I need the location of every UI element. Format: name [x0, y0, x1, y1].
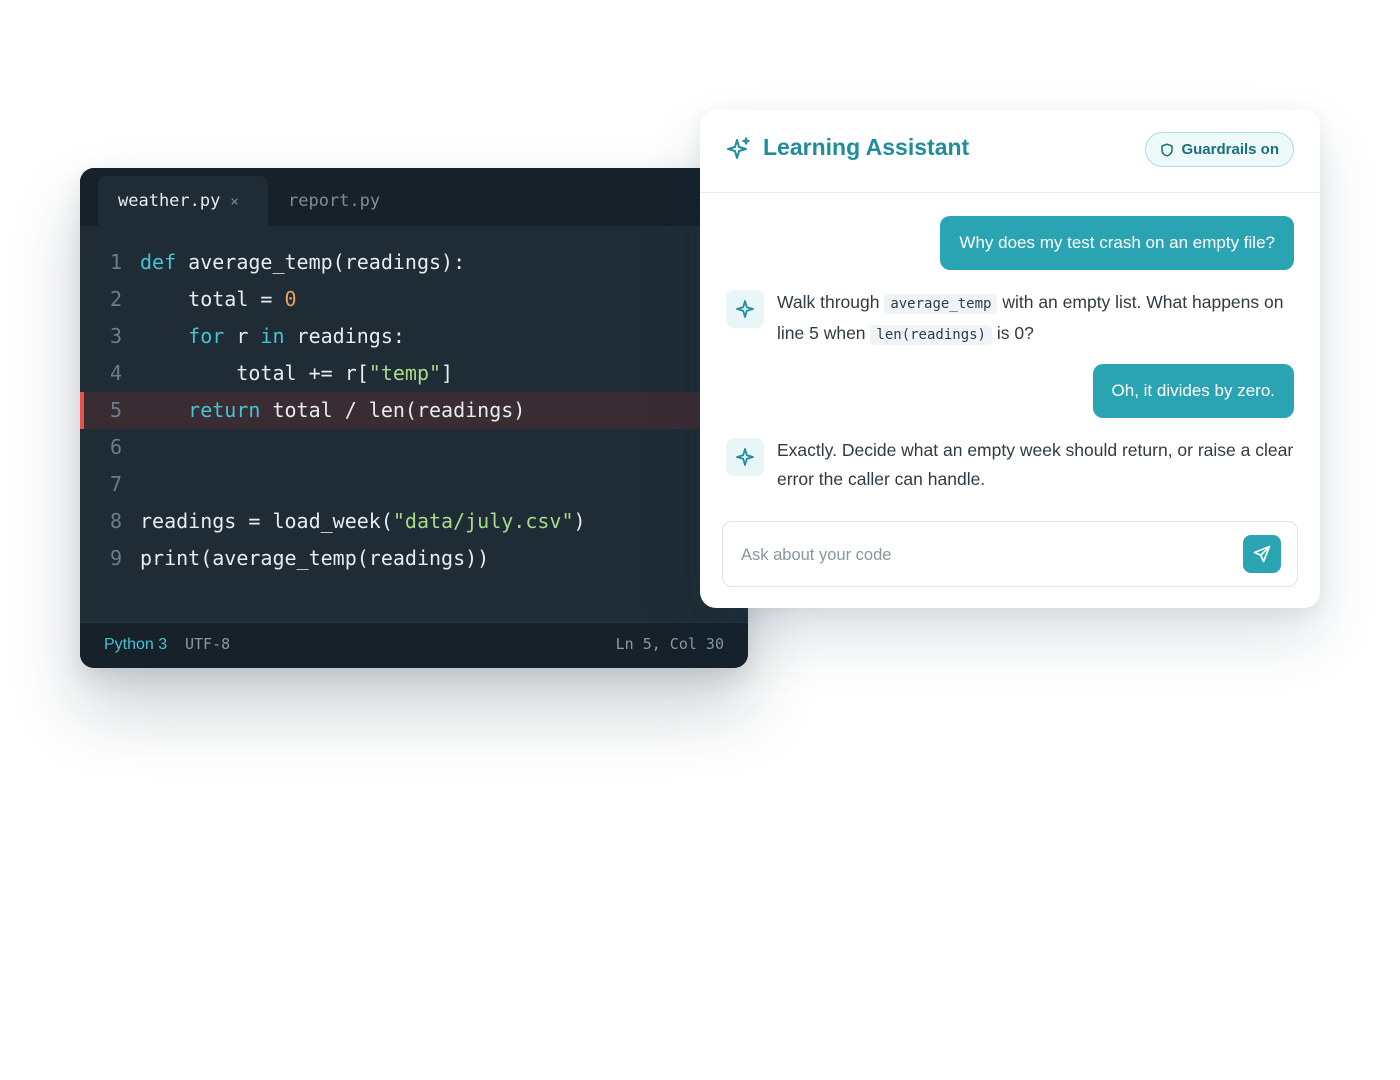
editor-tab-bar: weather.py × report.py	[80, 168, 748, 226]
code-line[interactable]: 2 total = 0	[80, 281, 748, 318]
message-text-run: Exactly. Decide what an empty week shoul…	[777, 440, 1294, 489]
learning-assistant-panel: Learning Assistant Guardrails on Why doe…	[700, 110, 1320, 608]
line-number: 8	[109, 509, 122, 533]
code-area[interactable]: 1 def average_temp(readings): 2 total = 03…	[80, 244, 748, 577]
code-token: total += r[	[140, 361, 369, 385]
code-token: readings:	[284, 324, 405, 348]
shield-icon	[1161, 142, 1174, 157]
line-number: 7	[109, 472, 122, 496]
code-line[interactable]: 4 total += r["temp"]	[80, 355, 748, 392]
sparkle-icon	[736, 300, 754, 318]
code-string: "data/july.csv"	[392, 509, 574, 533]
assistant-title: Learning Assistant	[763, 134, 970, 160]
code-token: readings = load_week(	[140, 509, 393, 533]
code-line-text: total = 0	[140, 281, 297, 318]
assistant-avatar	[726, 438, 764, 476]
code-keyword: for	[188, 324, 225, 348]
status-language[interactable]: Python 3	[104, 636, 167, 654]
code-token: total =	[140, 287, 285, 311]
code-token: print(average_temp(readings))	[140, 546, 490, 570]
code-string: "temp"	[368, 361, 442, 385]
send-icon	[1253, 545, 1271, 563]
code-line[interactable]: 3 for r in readings:	[80, 318, 748, 355]
code-line-text: def average_temp(readings):	[140, 244, 465, 281]
assistant-message-text: Walk through average_temp with an empty …	[777, 288, 1297, 350]
user-message: Why does my test crash on an empty file?	[940, 216, 1294, 270]
chat-input[interactable]	[739, 540, 1223, 570]
code-line[interactable]: 9 print(average_temp(readings))	[80, 540, 748, 577]
code-line[interactable]: 1 def average_temp(readings):	[80, 244, 748, 281]
tab-report-py[interactable]: report.py	[288, 176, 380, 226]
code-line-text: print(average_temp(readings))	[140, 540, 489, 577]
inline-code: average_temp	[884, 294, 998, 314]
chat-input-box	[722, 521, 1298, 587]
code-line-text: return total / len(readings)	[140, 392, 525, 429]
code-line-text: readings = load_week("data/july.csv")	[140, 503, 586, 540]
code-token: ]	[441, 361, 454, 385]
code-editor-window: weather.py × report.py 1 def average_temp(…	[80, 168, 748, 668]
line-number: 6	[109, 435, 122, 459]
send-button[interactable]	[1243, 535, 1281, 573]
guardrails-label: Guardrails on	[1181, 141, 1279, 158]
code-token: total / len(readings)	[260, 398, 526, 422]
code-token: r	[224, 324, 261, 348]
line-number: 3	[109, 324, 122, 348]
code-line[interactable]: 7	[80, 466, 748, 503]
line-number: 1	[109, 250, 122, 274]
code-line[interactable]: 6	[80, 429, 748, 466]
code-number: 0	[284, 287, 297, 311]
sparkle-icon	[736, 448, 754, 466]
assistant-avatar	[726, 290, 764, 328]
inline-code: len(readings)	[870, 325, 992, 345]
user-message: Oh, it divides by zero.	[1092, 364, 1294, 418]
code-line-error[interactable]: 5 return total / len(readings)	[80, 392, 748, 429]
code-line-text: total += r["temp"]	[140, 355, 453, 392]
tab-label: report.py	[288, 191, 381, 211]
line-number: 4	[109, 361, 122, 385]
status-cursor-position[interactable]: Ln 5, Col 30	[616, 635, 724, 653]
status-encoding[interactable]: UTF-8	[185, 635, 230, 653]
line-number: 2	[109, 287, 122, 311]
code-token: )	[573, 509, 586, 533]
sparkle-icon	[727, 137, 750, 159]
tab-weather-py[interactable]: weather.py ×	[98, 176, 268, 226]
message-text-run: Walk through	[777, 292, 885, 312]
tab-label: weather.py	[118, 191, 221, 211]
code-token: average_temp(readings):	[176, 250, 466, 274]
code-line-text: for r in readings:	[140, 318, 405, 355]
status-bar: Python 3 UTF-8 Ln 5, Col 30	[80, 622, 748, 668]
assistant-header: Learning Assistant Guardrails on	[700, 110, 1320, 193]
tab-close-icon[interactable]: ×	[230, 194, 238, 210]
message-text-run: is 0?	[991, 323, 1034, 343]
code-keyword: def	[140, 250, 177, 274]
code-keyword: return	[188, 398, 261, 422]
line-number: 5	[109, 398, 122, 422]
line-number: 9	[109, 546, 122, 570]
guardrails-badge[interactable]: Guardrails on	[1145, 132, 1294, 167]
assistant-message-text: Exactly. Decide what an empty week shoul…	[777, 436, 1297, 494]
code-line[interactable]: 8 readings = load_week("data/july.csv")	[80, 503, 748, 540]
code-keyword: in	[260, 324, 285, 348]
